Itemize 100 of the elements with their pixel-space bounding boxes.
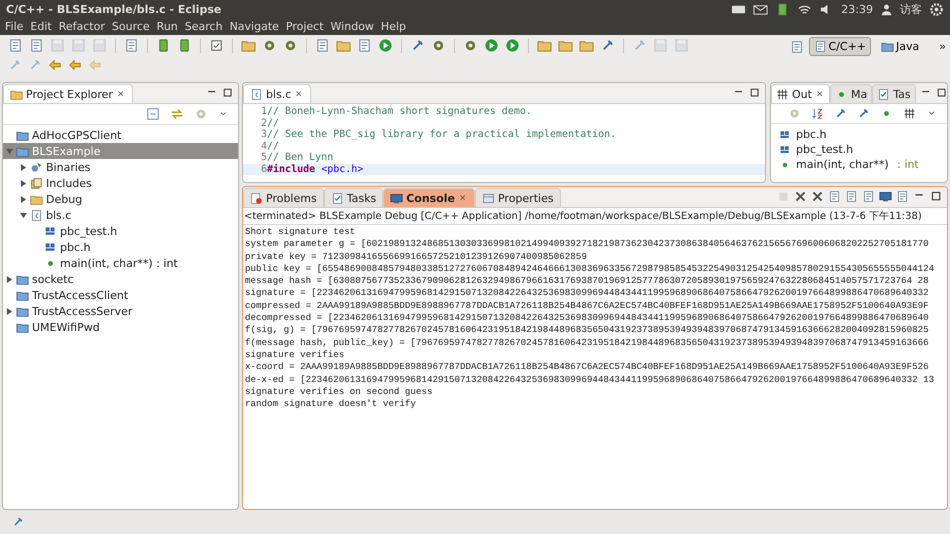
console-line: signature = [223462061316947995968142915071320842264325369830996944843441199596890686407586647926200197664899886470689640332 <box>245 287 930 300</box>
maximize-icon[interactable] <box>930 190 943 203</box>
console-line: compressed = 2AAA99189A9885BDD9E8988967787DDACB1A726118B254B4867C6A2EC574BC40BFEF168D951AE25A149B669AAE1758952F5100640A93E9F <box>245 300 930 312</box>
menu-item[interactable]: Project <box>284 20 330 33</box>
menu-item[interactable]: Help <box>380 20 412 33</box>
menu-item[interactable]: Source <box>110 20 156 33</box>
settings-icon[interactable] <box>929 2 944 16</box>
tree-item[interactable]: pbc_test.h <box>3 223 238 239</box>
line-number: 4 <box>260 140 267 152</box>
collapse-all-icon[interactable] <box>146 107 160 121</box>
document-icon[interactable] <box>29 38 44 53</box>
tree-item[interactable]: Debug <box>3 191 238 207</box>
console-line: private key = 712309841655669916657252101239126907400985062859 <box>245 250 588 263</box>
document-icon[interactable] <box>845 190 858 203</box>
tree-item[interactable]: AdHocGPSClient <box>3 127 238 143</box>
view-tab[interactable]: Properties <box>474 188 561 207</box>
maximize-icon[interactable] <box>936 87 947 99</box>
remove-icon[interactable] <box>794 190 807 203</box>
header-file-icon <box>44 240 57 254</box>
tree-item[interactable]: TrustAccessClient <box>3 287 238 303</box>
collapsed-arrow-icon[interactable] <box>6 308 12 314</box>
console-line: x-coord = 2AAA99189A9885BDD9E8988967787DDACB1A726118B254B4867C6A2EC574BC40BFEF168D951AE25A149B669AAE1758952F5100640A93E9F526 <box>245 361 930 374</box>
window-title: C/C++ - BLSExample/bls.c - Eclipse <box>6 2 222 16</box>
view-tab[interactable]: bls.c <box>243 84 312 103</box>
document-icon <box>814 40 826 53</box>
close-icon[interactable] <box>116 89 126 99</box>
document-icon[interactable] <box>828 190 841 203</box>
sort-icon[interactable] <box>811 107 824 120</box>
outline-item[interactable]: pbc_test.h <box>779 142 939 157</box>
perspective-button[interactable]: Java <box>876 37 924 56</box>
document-icon[interactable] <box>790 40 804 54</box>
view-tab[interactable]: Out <box>771 84 830 103</box>
close-icon[interactable] <box>458 193 468 203</box>
checkbox-icon[interactable] <box>209 38 224 53</box>
remove-icon[interactable] <box>811 190 824 203</box>
collapsed-arrow-icon[interactable] <box>20 164 26 170</box>
document-icon[interactable] <box>862 190 875 203</box>
document-icon[interactable] <box>357 38 372 53</box>
view-tab[interactable]: Project Explorer <box>3 84 133 103</box>
tree-item[interactable]: TrustAccessServer <box>3 303 238 319</box>
play-icon[interactable] <box>484 38 499 53</box>
user-name[interactable]: 访客 <box>900 2 922 16</box>
line-number: 1 <box>260 106 267 118</box>
perspective-button[interactable]: C/C++ <box>808 37 872 56</box>
arrow-icon[interactable] <box>48 58 62 72</box>
code-line: // See the PBC_sig library for a practical implementation. <box>267 129 616 140</box>
console-line: system parameter g = [602198913248685130303369981021499409392718219873623042373086384056463762156567696006068202252705181770 <box>245 238 930 251</box>
line-number: 5 <box>260 152 267 164</box>
tree-item-label: BLSExample <box>32 144 100 158</box>
header-file-icon <box>779 144 791 156</box>
menu-item[interactable]: Refactor <box>58 20 111 33</box>
tree-item-label: Debug <box>46 192 82 206</box>
collapsed-arrow-icon[interactable] <box>6 276 12 282</box>
tree-item[interactable]: main(int, char**) : int <box>3 255 238 271</box>
expanded-arrow-icon[interactable] <box>20 212 26 218</box>
menu-item[interactable]: Window <box>330 20 380 33</box>
clock[interactable]: 23:39 <box>841 2 873 16</box>
maximize-icon[interactable] <box>222 87 234 99</box>
view-tab[interactable]: Tasks <box>324 188 384 207</box>
document-icon[interactable] <box>8 38 23 53</box>
grid-icon[interactable] <box>903 107 916 120</box>
tree-item[interactable]: socketc <box>3 271 238 287</box>
tree-item[interactable]: pbc.h <box>3 239 238 255</box>
console-line: decompressed = [223462061316947995968142915071320842264325369830996944843441199596890686407586647926200197664899886470689640 <box>245 312 930 324</box>
line-number: 2 <box>260 118 267 129</box>
document-icon[interactable] <box>896 190 909 203</box>
view-tab[interactable]: Problems <box>243 188 324 207</box>
document-icon[interactable] <box>315 38 330 53</box>
collapsed-arrow-icon[interactable] <box>20 196 26 202</box>
maximize-icon[interactable] <box>749 87 761 99</box>
play-icon[interactable] <box>378 38 393 53</box>
view-tab[interactable]: Console <box>383 188 475 207</box>
grid-icon <box>776 88 789 100</box>
document-icon[interactable] <box>124 38 139 53</box>
more-button[interactable]: » <box>939 40 946 53</box>
menu-item[interactable]: Search <box>184 20 229 33</box>
outline-item[interactable]: pbc.h <box>779 127 939 142</box>
collapsed-arrow-icon[interactable] <box>20 180 26 186</box>
tree-item-label: pbc_test.h <box>60 224 118 238</box>
tree-item[interactable]: bls.c <box>3 207 238 223</box>
view-tab[interactable]: Tas <box>872 84 916 103</box>
play-icon[interactable] <box>505 38 520 53</box>
tree-item[interactable]: Binaries <box>3 159 238 175</box>
tree-item-label: TrustAccessServer <box>32 304 132 318</box>
menu-item[interactable]: File <box>4 20 30 33</box>
code-line: // Boneh-Lynn-Shacham short signatures demo. <box>267 106 532 118</box>
user-icon[interactable] <box>880 2 893 16</box>
arrow-icon[interactable] <box>68 58 82 72</box>
console-header: <terminated> BLSExample Debug [C/C++ Application] /home/footman/workspace/BLSExample/Debug/BLSExample (13-7-6 下午11:38) <box>243 208 947 225</box>
tree-item-label: main(int, char**) : int <box>60 256 178 270</box>
monitor-icon[interactable] <box>879 190 892 203</box>
outline-item[interactable]: main(int, char**) : int <box>779 157 939 172</box>
menu-item[interactable]: Run <box>156 20 184 33</box>
tree-item[interactable]: Includes <box>3 175 238 191</box>
close-icon[interactable] <box>814 89 825 99</box>
link-icon[interactable] <box>170 107 184 121</box>
tree-item[interactable]: UMEWifiPwd <box>3 319 238 335</box>
menu-item[interactable]: Edit <box>29 20 58 33</box>
view-tab[interactable]: Ma <box>830 84 872 103</box>
menu-item[interactable]: Navigate <box>228 20 285 33</box>
